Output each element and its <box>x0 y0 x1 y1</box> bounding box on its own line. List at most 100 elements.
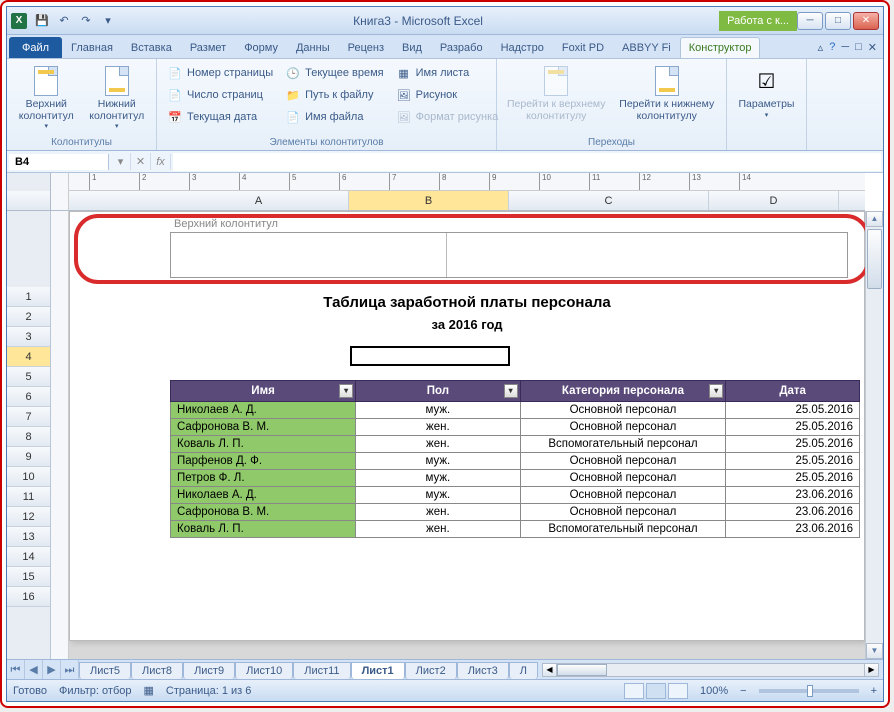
cell-sex[interactable]: жен. <box>356 419 521 436</box>
cell-date[interactable]: 23.06.2016 <box>726 487 860 504</box>
cell-date[interactable]: 25.05.2016 <box>726 470 860 487</box>
cell-sex[interactable]: жен. <box>356 521 521 538</box>
tab-data[interactable]: Данны <box>287 37 339 58</box>
header-button[interactable]: Верхний колонтитул▾ <box>13 63 80 132</box>
tab-nav-first[interactable]: ⏮ <box>7 660 25 679</box>
cell-name[interactable]: Петров Ф. Л. <box>171 470 356 487</box>
row-header[interactable]: 6 <box>7 387 50 407</box>
filter-icon[interactable]: ▾ <box>339 384 353 398</box>
tab-abbyy[interactable]: ABBYY Fi <box>613 37 680 58</box>
table-row[interactable]: Коваль Л. П. жен. Вспомогательный персон… <box>171 436 860 453</box>
cell-cat[interactable]: Основной персонал <box>520 402 726 419</box>
table-row[interactable]: Сафронова В. М. жен. Основной персонал 2… <box>171 419 860 436</box>
header-center[interactable] <box>447 233 847 277</box>
file-name-button[interactable]: 📄Имя файла <box>281 107 387 127</box>
table-row[interactable]: Парфенов Д. Ф. муж. Основной персонал 25… <box>171 453 860 470</box>
cell-name[interactable]: Парфенов Д. Ф. <box>171 453 356 470</box>
doc-close-button[interactable]: ✕ <box>868 41 877 54</box>
sheet-tab[interactable]: Лист11 <box>293 662 350 679</box>
row-header[interactable]: 13 <box>7 527 50 547</box>
cell-date[interactable]: 23.06.2016 <box>726 504 860 521</box>
name-box[interactable]: B4 <box>9 154 109 170</box>
tab-addins[interactable]: Надстро <box>492 37 553 58</box>
cell-sex[interactable]: муж. <box>356 487 521 504</box>
scroll-right[interactable]: ▶ <box>864 664 878 676</box>
view-normal[interactable] <box>624 683 644 699</box>
formula-input[interactable] <box>173 153 881 171</box>
cell-cat[interactable]: Вспомогательный персонал <box>520 521 726 538</box>
horizontal-scrollbar[interactable]: ◀ ▶ <box>542 663 879 677</box>
th-cat[interactable]: Категория персонала▾ <box>520 381 726 402</box>
selected-cell[interactable] <box>350 346 510 366</box>
cell-name[interactable]: Николаев А. Д. <box>171 487 356 504</box>
minimize-ribbon-button[interactable]: ▵ <box>818 41 824 54</box>
scroll-up[interactable]: ▲ <box>866 211 883 227</box>
row-header[interactable]: 12 <box>7 507 50 527</box>
cell-cat[interactable]: Основной персонал <box>520 419 726 436</box>
row-header[interactable]: 14 <box>7 547 50 567</box>
cell-sex[interactable]: муж. <box>356 453 521 470</box>
scroll-down[interactable]: ▼ <box>866 643 883 659</box>
col-header-B[interactable]: B <box>349 191 509 210</box>
picture-button[interactable]: 🖼Рисунок <box>392 85 503 105</box>
page-number-button[interactable]: 📄Номер страницы <box>163 63 277 83</box>
header-zone[interactable]: Верхний колонтитул <box>86 212 848 278</box>
close-button[interactable]: ✕ <box>853 12 879 30</box>
header-left[interactable] <box>171 233 447 277</box>
tab-formulas[interactable]: Форму <box>235 37 287 58</box>
row-headers[interactable]: 1 2 3 4 5 6 7 8 9 10 11 12 13 14 15 16 <box>7 211 51 659</box>
cell-name[interactable]: Коваль Л. П. <box>171 436 356 453</box>
parameters-button[interactable]: ☑ Параметры▾ <box>733 63 800 121</box>
tab-file[interactable]: Файл <box>9 37 62 58</box>
row-header[interactable]: 3 <box>7 327 50 347</box>
tab-developer[interactable]: Разрабо <box>431 37 492 58</box>
fx-button[interactable]: fx <box>151 154 171 170</box>
cell-sex[interactable]: муж. <box>356 470 521 487</box>
sheet-tab[interactable]: Лист9 <box>183 662 235 679</box>
cell-cat[interactable]: Основной персонал <box>520 470 726 487</box>
col-header-D[interactable]: D <box>709 191 839 210</box>
cell-sex[interactable]: жен. <box>356 436 521 453</box>
row-header[interactable]: 8 <box>7 427 50 447</box>
cell-name[interactable]: Сафронова В. М. <box>171 419 356 436</box>
row-header[interactable]: 4 <box>7 347 50 367</box>
sheet-tab[interactable]: Лист2 <box>405 662 457 679</box>
current-date-button[interactable]: 📅Текущая дата <box>163 107 277 127</box>
vertical-scrollbar[interactable]: ▲ ▼ <box>865 211 883 659</box>
cell-name[interactable]: Коваль Л. П. <box>171 521 356 538</box>
tab-view[interactable]: Вид <box>393 37 431 58</box>
column-headers[interactable]: A B C D <box>69 191 865 211</box>
doc-max-button[interactable]: □ <box>855 41 862 54</box>
sheet-tab[interactable]: Лист5 <box>79 662 131 679</box>
row-header[interactable]: 7 <box>7 407 50 427</box>
cell-name[interactable]: Николаев А. Д. <box>171 402 356 419</box>
zoom-in[interactable]: + <box>871 685 877 697</box>
qat-customize[interactable]: ▾ <box>99 12 117 30</box>
row-header[interactable]: 5 <box>7 367 50 387</box>
row-header[interactable]: 16 <box>7 587 50 607</box>
cell-sex[interactable]: муж. <box>356 402 521 419</box>
cell-cat[interactable]: Основной персонал <box>520 504 726 521</box>
cell-sex[interactable]: жен. <box>356 504 521 521</box>
select-all-corner[interactable] <box>7 191 51 211</box>
table-row[interactable]: Коваль Л. П. жен. Вспомогательный персон… <box>171 521 860 538</box>
zoom-level[interactable]: 100% <box>700 685 728 697</box>
table-row[interactable]: Сафронова В. М. жен. Основной персонал 2… <box>171 504 860 521</box>
cell-date[interactable]: 25.05.2016 <box>726 436 860 453</box>
row-header[interactable]: 11 <box>7 487 50 507</box>
sheet-tab[interactable]: Лист3 <box>457 662 509 679</box>
tab-nav-next[interactable]: ▶ <box>43 660 61 679</box>
cell-cat[interactable]: Основной персонал <box>520 487 726 504</box>
tab-nav-prev[interactable]: ◀ <box>25 660 43 679</box>
tab-designer[interactable]: Конструктор <box>680 37 761 58</box>
th-date[interactable]: Дата <box>726 381 860 402</box>
cell-date[interactable]: 25.05.2016 <box>726 419 860 436</box>
table-row[interactable]: Петров Ф. Л. муж. Основной персонал 25.0… <box>171 470 860 487</box>
goto-footer-button[interactable]: Перейти к нижнему колонтитулу <box>614 63 721 124</box>
tab-foxit[interactable]: Foxit PD <box>553 37 613 58</box>
file-path-button[interactable]: 📁Путь к файлу <box>281 85 387 105</box>
cell-cat[interactable]: Вспомогательный персонал <box>520 436 726 453</box>
table-row[interactable]: Николаев А. Д. муж. Основной персонал 25… <box>171 402 860 419</box>
row-header[interactable]: 15 <box>7 567 50 587</box>
cell-cat[interactable]: Основной персонал <box>520 453 726 470</box>
